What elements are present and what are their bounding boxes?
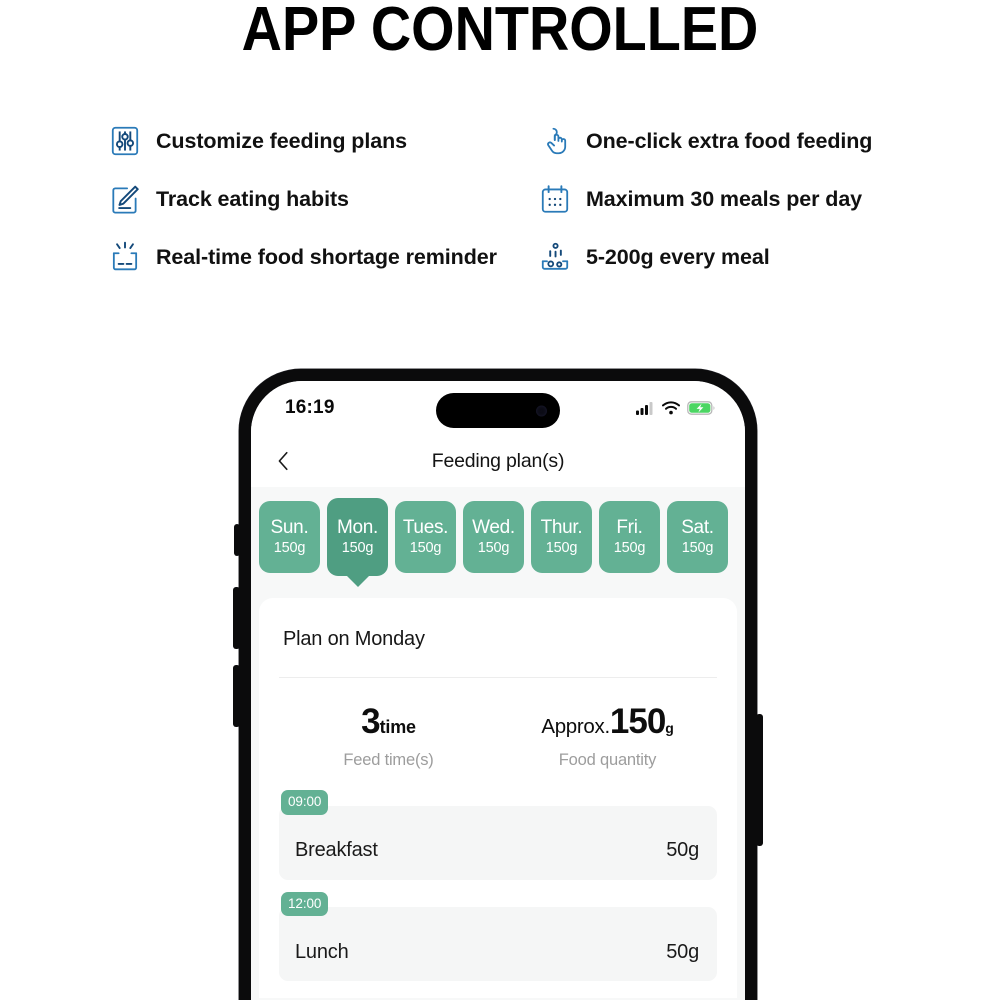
edit-note-icon — [112, 185, 139, 214]
day-amount: 150g — [409, 540, 442, 557]
day-amount: 150g — [613, 540, 646, 557]
tap-hand-icon — [547, 127, 567, 155]
day-amount: 150g — [341, 540, 374, 557]
volume-up-button[interactable] — [233, 587, 240, 649]
feature-item-one-click-extra-food-feeding: One-click extra food feeding — [538, 112, 1000, 170]
stat-caption: Feed time(s) — [343, 751, 434, 769]
day-label: Wed. — [472, 517, 515, 539]
stat-unit: time — [379, 717, 416, 737]
day-chip-mon[interactable]: Mon. 150g — [327, 498, 388, 576]
day-amount: 150g — [681, 540, 714, 557]
feature-label: Maximum 30 meals per day — [586, 186, 863, 211]
meal-amount: 50g — [666, 839, 699, 861]
food-alert-icon — [112, 241, 138, 271]
silent-switch[interactable] — [234, 524, 240, 556]
meal-time-badge: 09:00 — [281, 790, 329, 815]
calendar-icon — [541, 185, 569, 213]
status-bar: 16:19 — [251, 381, 745, 435]
feature-label: 5-200g every meal — [586, 244, 770, 269]
feature-item-track-eating-habits: Track eating habits — [108, 170, 538, 228]
feature-label: Real-time food shortage reminder — [156, 244, 497, 269]
meal-name: Breakfast — [295, 839, 378, 861]
feature-item-food-shortage-reminder: Real-time food shortage reminder — [108, 228, 538, 286]
product-infographic: APP CONTROLLED Customize feeding plans O… — [0, 0, 1000, 1000]
day-chip-thur[interactable]: Thur. 150g — [531, 501, 592, 573]
stat-caption: Food quantity — [558, 751, 657, 769]
stat-value: 3 — [361, 702, 380, 741]
day-chip-fri[interactable]: Fri. 150g — [599, 501, 660, 573]
cellular-signal-icon — [636, 402, 653, 415]
feature-item-maximum-meals-per-day: Maximum 30 meals per day — [538, 170, 1000, 228]
day-amount: 150g — [545, 540, 578, 557]
day-chip-sun[interactable]: Sun. 150g — [259, 501, 320, 573]
meal-time-badge: 12:00 — [281, 891, 329, 916]
day-chip-tues[interactable]: Tues. 150g — [395, 501, 456, 573]
day-chip-wed[interactable]: Wed. 150g — [463, 501, 524, 573]
plan-title: Plan on Monday — [283, 628, 425, 650]
day-label: Fri. — [616, 517, 643, 539]
plan-stats: 3 time Feed time(s) Approx. 150 g Food q… — [279, 678, 717, 776]
power-button[interactable] — [756, 714, 763, 846]
phone-screen: 16:19 Feeding plan(s) Sun. 150g Mon. 150… — [251, 381, 745, 1000]
status-indicators — [636, 401, 715, 415]
nav-bar: Feeding plan(s) — [251, 435, 745, 487]
battery-charging-icon — [687, 401, 715, 415]
wifi-icon — [662, 401, 680, 415]
stat-feed-times: 3 time Feed time(s) — [279, 704, 498, 770]
feature-label: Track eating habits — [156, 186, 349, 211]
day-amount: 150g — [273, 540, 306, 557]
feature-item-customize-feeding-plans: Customize feeding plans — [108, 112, 538, 170]
status-clock: 16:19 — [285, 397, 335, 418]
phone-mockup: 16:19 Feeding plan(s) Sun. 150g Mon. 150… — [233, 369, 763, 1000]
meal-row[interactable]: 12:00 Lunch 50g — [279, 891, 717, 981]
meal-list: 09:00 Breakfast 50g 12:00 Lunch 50g — [279, 776, 717, 981]
stat-food-quantity: Approx. 150 g Food quantity — [498, 704, 717, 770]
sliders-icon — [111, 126, 139, 156]
stat-value: 150 — [609, 702, 666, 741]
day-label: Mon. — [336, 517, 379, 539]
day-selector: Sun. 150g Mon. 150g Tues. 150g Wed. 150g… — [251, 487, 745, 576]
day-label: Sat. — [681, 517, 714, 539]
nav-title: Feeding plan(s) — [431, 449, 565, 472]
portion-icon — [541, 242, 569, 270]
feature-item-grams-every-meal: 5-200g every meal — [538, 228, 1000, 286]
volume-down-button[interactable] — [233, 665, 240, 727]
feature-list: Customize feeding plans One-click extra … — [0, 112, 1000, 286]
meal-row[interactable]: 09:00 Breakfast 50g — [279, 790, 717, 880]
meal-name: Lunch — [295, 940, 349, 963]
day-label: Tues. — [402, 517, 449, 539]
page-title: APP CONTROLLED — [241, 0, 759, 64]
meal-amount: 50g — [666, 940, 699, 963]
day-label: Sun. — [270, 517, 309, 539]
day-chip-sat[interactable]: Sat. 150g — [667, 501, 728, 573]
day-label: Thur. — [540, 517, 583, 539]
plan-card: Plan on Monday 3 time Feed time(s) Appro — [259, 598, 737, 998]
day-amount: 150g — [477, 540, 510, 557]
feature-label: Customize feeding plans — [156, 128, 407, 153]
feature-label: One-click extra food feeding — [586, 128, 873, 153]
stat-unit: g — [665, 720, 674, 736]
stat-prefix: Approx. — [541, 715, 610, 738]
dynamic-island — [436, 393, 560, 428]
